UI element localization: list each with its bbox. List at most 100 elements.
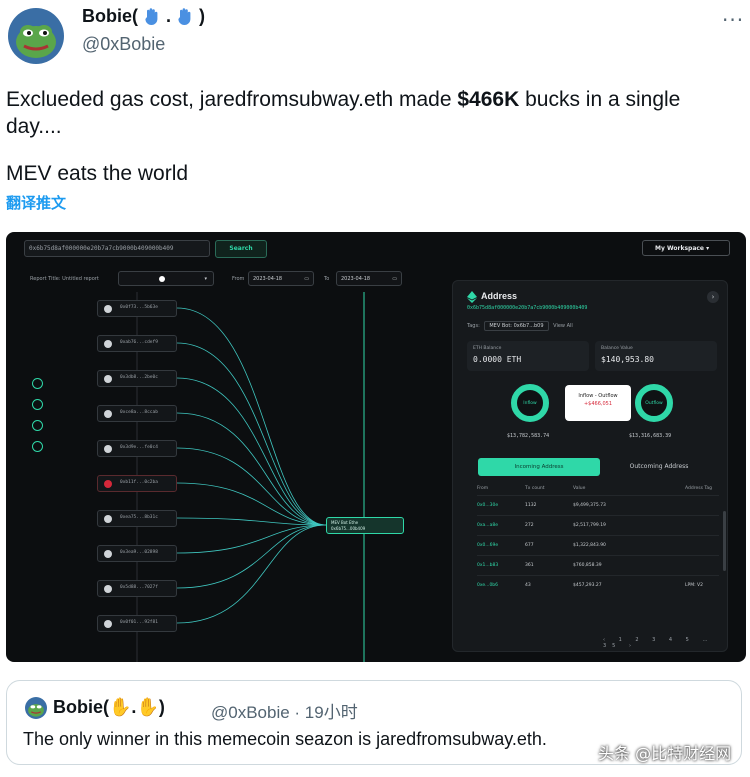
tweet-text: Exclueded gas cost, jaredfromsubway.eth …	[6, 86, 736, 140]
inflow-value: $13,782,583.74	[507, 433, 550, 439]
graph-node[interactable]: 0x3db8...2be0c	[97, 370, 177, 387]
quoted-text: The only winner in this memecoin seazon …	[23, 729, 547, 749]
node-icon	[104, 445, 112, 453]
eth-balance-card: ETH Balance 0.0000 ETH	[467, 341, 589, 371]
to-date-value: 2023-04-18	[341, 276, 371, 282]
inflow-label: Inflow	[523, 401, 537, 406]
tweet-text-line2: MEV eats the world	[6, 162, 189, 185]
flow-edge	[176, 342, 327, 526]
graph-node[interactable]: 0x3ea9...02898	[97, 545, 177, 562]
table-cell: 0xa...a8e	[477, 523, 498, 528]
calendar-icon: ▭	[392, 276, 397, 282]
table-row[interactable]: 0x0...69e 677 $1,322,843.90	[477, 535, 719, 556]
dashboard-screenshot[interactable]: 0x6b75d8af000000e20b7a7cb9000b409000b409…	[6, 232, 746, 662]
pepe-avatar-icon	[8, 8, 64, 64]
outflow-value: $13,316,683.39	[629, 433, 672, 439]
tag-chip[interactable]: MEV Bot: 0x6b7...b09	[484, 321, 549, 331]
table-row[interactable]: 0xa...a8e 272 $2,517,799.19	[477, 515, 719, 536]
table-row[interactable]: 0x0...30e 1132 $9,499,375.73	[477, 495, 719, 516]
tweet-amount: $466K	[457, 88, 520, 111]
pagination[interactable]: ‹ 1 2 3 4 5 … 35 ›	[603, 637, 727, 649]
table-scrollbar[interactable]	[723, 511, 726, 571]
chevron-right-icon[interactable]: ›	[707, 291, 719, 303]
graph-node[interactable]: 0x3d9e...fe0c4	[97, 440, 177, 457]
graph-node[interactable]: 0xce8a...8ccab	[97, 405, 177, 422]
eth-icon	[159, 276, 165, 282]
graph-node[interactable]: 0x0f01...92f81	[97, 615, 177, 632]
search-button[interactable]: Search	[215, 240, 267, 258]
flow-value: +$466,051	[583, 401, 613, 407]
eth-balance-label: ETH Balance	[473, 346, 502, 351]
column-header: From	[477, 486, 489, 491]
node-icon	[104, 305, 112, 313]
avatar[interactable]	[8, 8, 64, 64]
tab-incoming-address[interactable]: Incoming Address	[478, 458, 600, 476]
balance-value-label: Balance Value	[601, 346, 633, 351]
chevron-down-icon: ▾	[204, 276, 207, 282]
filter-row: Report Title: Untitled report ▾ From 202…	[6, 270, 426, 290]
column-header: Value	[573, 486, 586, 491]
author-handle[interactable]: @0xBobie	[82, 34, 165, 55]
node-label: 0x0f73...5b63e	[120, 305, 158, 310]
table-cell: 0x0...69e	[477, 543, 499, 548]
name-dot: .	[166, 6, 172, 26]
flow-edge	[176, 412, 327, 526]
table-cell: 0x0...30e	[477, 503, 499, 508]
flow-graph[interactable]: 0x0f73...5b63e 0xab76...cdef9 0x3db8...2be…	[6, 292, 426, 662]
column-header: Address Tag	[685, 486, 712, 491]
outflow-ring: Outflow	[635, 384, 673, 422]
flow-edge	[176, 377, 327, 526]
node-label: 0x3ea9...02898	[120, 550, 158, 555]
node-label: 0xab76...cdef9	[120, 340, 158, 345]
flow-edge	[176, 524, 327, 554]
inflow-outflow-card: Inflow - Outflow +$466,051	[565, 385, 631, 421]
node-icon	[104, 515, 112, 523]
inflow-ring: Inflow	[511, 384, 549, 422]
to-label: To	[324, 276, 330, 282]
to-date-field[interactable]: 2023-04-18 ▭	[336, 271, 402, 286]
dashboard-topbar: 0x6b75d8af000000e20b7a7cb9000b409000b409…	[6, 232, 746, 264]
node-label: 0x0f01...92f81	[120, 620, 158, 625]
raised-hand-icon: ✋	[136, 697, 159, 717]
tweet-text-part1: Exclueded gas cost, jaredfromsubway.eth …	[6, 88, 458, 111]
node-icon	[104, 480, 112, 488]
graph-node[interactable]: 0xab76...cdef9	[97, 335, 177, 352]
table-cell: 1132	[525, 503, 537, 508]
author-name: Bobie(	[82, 6, 138, 26]
center-node-address: 0x6b75...00b409	[331, 526, 366, 531]
more-options-icon[interactable]: ···	[722, 8, 744, 32]
graph-node[interactable]: 0xea75...8b31c	[97, 510, 177, 527]
balance-value-card: Balance Value $140,953.80	[595, 341, 717, 371]
node-label: 0xea75...8b31c	[120, 515, 158, 520]
from-date-field[interactable]: 2023-04-18 ▭	[248, 271, 314, 286]
translate-link[interactable]: 翻译推文	[6, 192, 66, 213]
graph-node[interactable]: 0x0f73...5b63e	[97, 300, 177, 317]
table-cell: LPM: V2	[685, 583, 703, 588]
table-cell: $760,858.39	[573, 563, 602, 568]
table-cell: $2,517,799.19	[573, 523, 606, 528]
author-name-row[interactable]: Bobie( . )	[82, 6, 205, 27]
workspace-button[interactable]: My Workspace ▾	[642, 240, 730, 256]
tab-outgoing-address[interactable]: Outcoming Address	[603, 458, 715, 476]
table-row[interactable]: 0x1...b83 361 $760,858.39	[477, 555, 719, 576]
graph-node[interactable]: 0x5d88...7027f	[97, 580, 177, 597]
center-node[interactable]: MEV Bot Ethe 0x6b75...00b409	[326, 517, 404, 534]
report-select[interactable]: ▾	[118, 271, 214, 286]
table-cell: 272	[525, 523, 534, 528]
node-label: 0xb11f...0c2ba	[120, 480, 158, 485]
address-panel: Address 0x6b75d8af000000e20b7a7cb9000b40…	[452, 280, 728, 652]
view-all-link[interactable]: View All	[553, 323, 573, 329]
quoted-author-name: Bobie(✋.✋)	[53, 697, 165, 717]
graph-node[interactable]: 0xb11f...0c2ba	[97, 475, 177, 492]
node-icon	[104, 340, 112, 348]
node-icon	[104, 375, 112, 383]
table-cell: $9,499,375.73	[573, 503, 606, 508]
table-cell: 361	[525, 563, 534, 568]
panel-address-hash[interactable]: 0x6b75d8af000000e20b7a7cb9000b409000b409	[467, 305, 587, 311]
node-label: 0x5d88...7027f	[120, 585, 158, 590]
author-name-end: )	[199, 6, 206, 26]
table-row[interactable]: 0xe...0b6 43 $457,293.27 LPM: V2	[477, 575, 719, 596]
address-search-input[interactable]: 0x6b75d8af000000e20b7a7cb9000b409000b409	[24, 240, 210, 257]
node-icon	[104, 620, 112, 628]
outflow-label: Outflow	[645, 401, 663, 406]
